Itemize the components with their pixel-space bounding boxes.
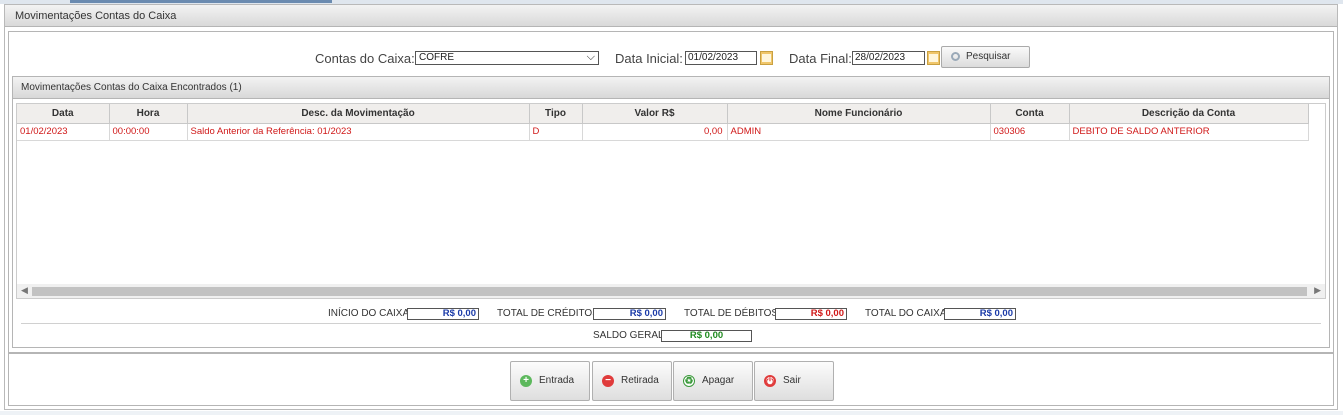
total-debitos-value: R$ 0,00 xyxy=(775,308,847,320)
sair-button[interactable]: ⏻ Sair xyxy=(754,361,834,401)
power-icon: ⏻ xyxy=(764,375,776,388)
cell-hora: 00:00:00 xyxy=(109,123,188,141)
totals-section: INÍCIO DO CAIXA: R$ 0,00 TOTAL DE CRÉDIT… xyxy=(16,303,1326,345)
cell-funcionario: ADMIN xyxy=(727,123,991,141)
filter-section: Contas do Caixa: COFRE ⌵ Data Inicial: 0… xyxy=(8,31,1334,353)
contas-label: Contas do Caixa: xyxy=(315,51,415,66)
search-button[interactable]: Pesquisar xyxy=(941,46,1030,68)
cell-data: 01/02/2023 xyxy=(17,123,110,141)
column-header-descricao[interactable]: Desc. da Movimentação xyxy=(187,104,530,124)
column-header-conta[interactable]: Conta xyxy=(990,104,1070,124)
table-header-row: Data Hora Desc. da Movimentação Tipo Val… xyxy=(17,104,1309,124)
scrollbar-thumb[interactable] xyxy=(32,287,1307,296)
active-tab-indicator xyxy=(70,0,332,3)
contas-select[interactable]: COFRE ⌵ xyxy=(415,51,599,65)
cell-conta: 030306 xyxy=(990,123,1070,141)
search-button-label: Pesquisar xyxy=(966,51,1011,62)
entrada-button[interactable]: + Entrada xyxy=(510,361,590,401)
chevron-down-icon: ⌵ xyxy=(586,51,595,63)
filter-row: Contas do Caixa: COFRE ⌵ Data Inicial: 0… xyxy=(9,46,1333,70)
data-inicial-input[interactable]: 01/02/2023 xyxy=(685,51,757,65)
apagar-button[interactable]: ♻ Apagar xyxy=(673,361,753,401)
retirada-label: Retirada xyxy=(621,375,659,386)
column-header-tipo[interactable]: Tipo xyxy=(529,104,583,124)
inicio-caixa-label: INÍCIO DO CAIXA: xyxy=(328,308,412,319)
cell-descricao: Saldo Anterior da Referência: 01/2023 xyxy=(187,123,530,141)
results-title: Movimentações Contas do Caixa Encontrado… xyxy=(13,77,1329,99)
main-panel: Movimentações Contas do Caixa Contas do … xyxy=(4,4,1338,410)
saldo-geral-value: R$ 0,00 xyxy=(661,330,752,342)
column-header-hora[interactable]: Hora xyxy=(109,104,188,124)
search-icon xyxy=(951,52,960,61)
total-creditos-label: TOTAL DE CRÉDITOS: xyxy=(497,308,602,319)
apagar-label: Apagar xyxy=(702,375,735,386)
column-header-funcionario[interactable]: Nome Funcionário xyxy=(727,104,991,124)
results-table: Data Hora Desc. da Movimentação Tipo Val… xyxy=(17,104,1309,141)
totals-divider xyxy=(21,323,1321,324)
contas-select-value: COFRE xyxy=(419,52,454,63)
data-inicial-label: Data Inicial: xyxy=(615,51,683,66)
retirada-button[interactable]: − Retirada xyxy=(592,361,672,401)
total-caixa-label: TOTAL DO CAIXA: xyxy=(865,308,950,319)
cell-valor: 0,00 xyxy=(582,123,728,141)
cell-tipo: D xyxy=(529,123,583,141)
saldo-geral-label: SALDO GERAL: xyxy=(593,330,667,341)
action-bar: + Entrada − Retirada ♻ Apagar ⏻ Sair xyxy=(8,353,1334,406)
panel-title: Movimentações Contas do Caixa xyxy=(5,5,1337,27)
inicio-caixa-value: R$ 0,00 xyxy=(407,308,479,320)
total-caixa-value: R$ 0,00 xyxy=(944,308,1016,320)
plus-icon: + xyxy=(520,375,532,387)
data-final-label: Data Final: xyxy=(789,51,852,66)
cell-descricao-conta: DEBITO DE SALDO ANTERIOR xyxy=(1069,123,1309,141)
scroll-left-icon[interactable]: ◀ xyxy=(21,285,28,296)
column-header-data[interactable]: Data xyxy=(17,104,110,124)
column-header-valor[interactable]: Valor R$ xyxy=(582,104,728,124)
bottom-strip xyxy=(0,411,1343,415)
results-grid: Data Hora Desc. da Movimentação Tipo Val… xyxy=(16,103,1326,299)
recycle-icon: ♻ xyxy=(683,375,695,387)
results-panel: Movimentações Contas do Caixa Encontrado… xyxy=(12,76,1330,348)
entrada-label: Entrada xyxy=(539,375,575,386)
total-debitos-label: TOTAL DE DÉBITOS: xyxy=(684,308,781,319)
total-creditos-value: R$ 0,00 xyxy=(593,308,666,320)
sair-label: Sair xyxy=(783,375,801,386)
column-header-descricao-conta[interactable]: Descrição da Conta xyxy=(1069,104,1309,124)
minus-icon: − xyxy=(602,375,614,387)
data-final-input[interactable]: 28/02/2023 xyxy=(852,51,925,65)
horizontal-scrollbar[interactable]: ◀ ▶ xyxy=(17,284,1325,298)
calendar-icon[interactable] xyxy=(927,51,940,65)
table-row[interactable]: 01/02/2023 00:00:00 Saldo Anterior da Re… xyxy=(17,123,1309,141)
scroll-right-icon[interactable]: ▶ xyxy=(1314,285,1321,296)
calendar-icon[interactable] xyxy=(760,51,773,65)
